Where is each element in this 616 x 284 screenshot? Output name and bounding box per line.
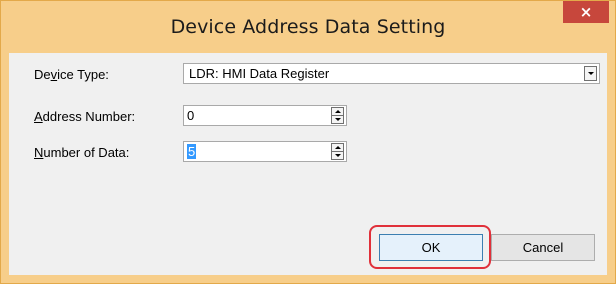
spin-up-icon[interactable] — [332, 144, 343, 152]
address-number-spin-buttons[interactable] — [331, 107, 344, 124]
spin-down-icon[interactable] — [332, 116, 343, 123]
spin-down-icon[interactable] — [332, 152, 343, 159]
ok-button[interactable]: OK — [379, 234, 483, 261]
address-number-value[interactable]: 0 — [187, 108, 194, 123]
close-icon: × — [579, 3, 593, 21]
address-number-label: Address Number: — [34, 109, 136, 124]
dropdown-arrow-icon[interactable] — [584, 66, 597, 81]
address-number-stepper[interactable]: 0 — [183, 105, 347, 126]
dialog-title: Device Address Data Setting — [170, 16, 446, 38]
close-button[interactable]: × — [563, 1, 609, 23]
dialog-window: Device Address Data Setting × Device Typ… — [0, 0, 616, 284]
device-type-value: LDR: HMI Data Register — [189, 66, 330, 81]
dialog-body: Device Type: LDR: HMI Data Register Addr… — [9, 53, 607, 275]
number-of-data-spin-buttons[interactable] — [331, 143, 344, 160]
number-of-data-value[interactable]: 5 — [187, 144, 197, 159]
device-type-label: Device Type: — [34, 67, 109, 82]
cancel-button[interactable]: Cancel — [491, 234, 595, 261]
number-of-data-stepper[interactable]: 5 — [183, 141, 347, 162]
device-type-dropdown[interactable]: LDR: HMI Data Register — [183, 63, 600, 84]
title-bar[interactable]: Device Address Data Setting × — [1, 1, 615, 53]
number-of-data-label: Number of Data: — [34, 145, 130, 160]
spin-up-icon[interactable] — [332, 108, 343, 116]
